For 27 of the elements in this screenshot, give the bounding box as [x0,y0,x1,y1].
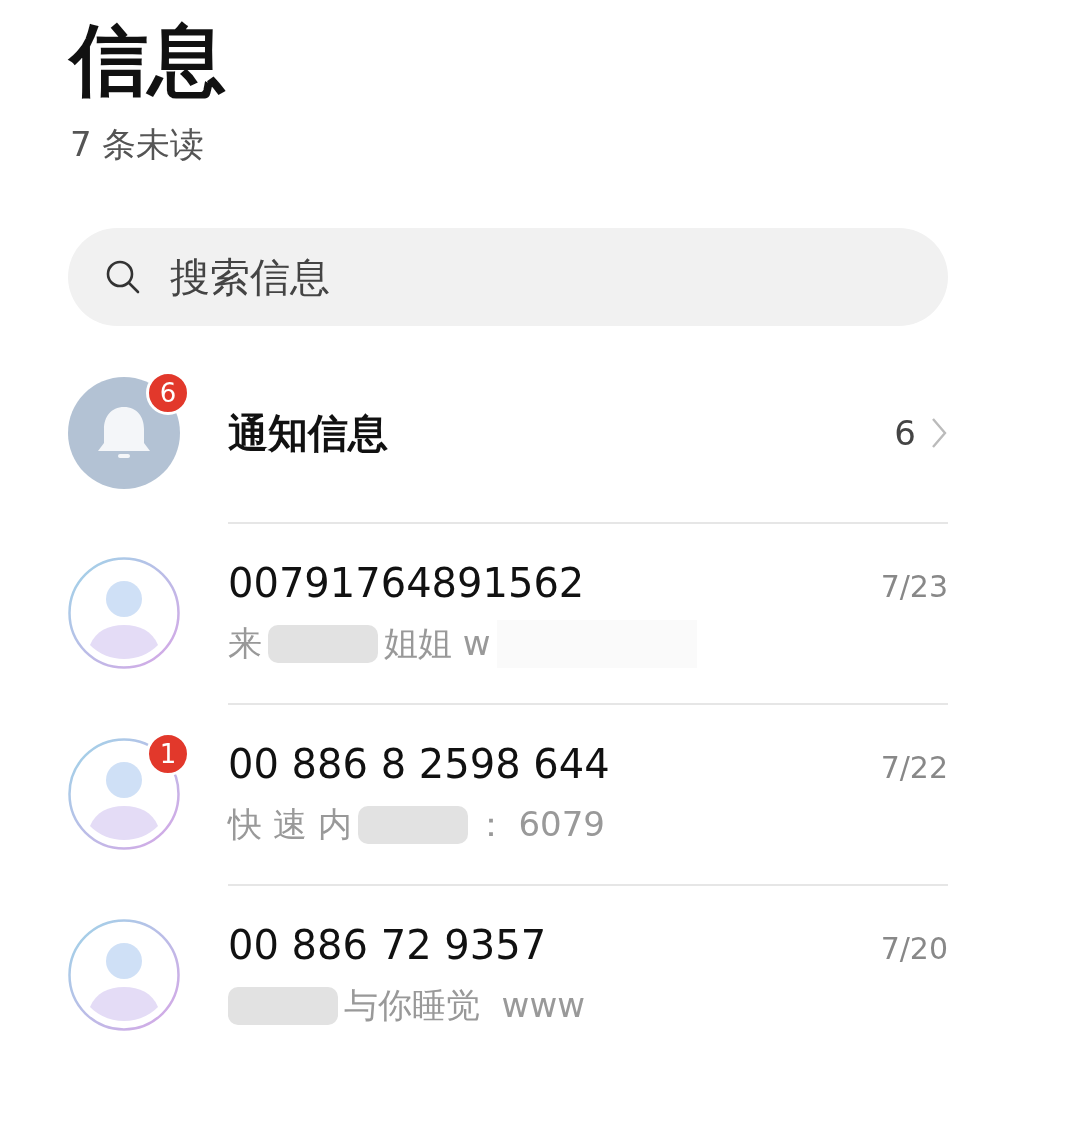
unread-count: 7 条未读 [70,123,206,166]
notification-count: 6 [894,413,916,453]
sender-number: 00 886 72 9357 [228,921,547,968]
sender-number: 00 886 8 2598 644 [228,740,610,787]
notification-title: 通知信息 [228,408,389,458]
person-avatar-icon [68,737,180,850]
chevron-icon [930,416,948,450]
message-preview: 姐姐 w [384,621,491,665]
conversation-row[interactable]: 00 886 72 9357 7/20 与你睡觉 www [68,884,948,1065]
notification-row[interactable]: 6 通知信息 6 [68,344,948,522]
search-bar[interactable]: 搜索信息 [68,228,948,326]
sender-number: 00791764891562 [228,559,585,606]
person-avatar-icon [68,556,180,669]
search-field[interactable]: 搜索信息 [168,253,912,301]
conversation-row[interactable]: 1 00 886 8 2598 644 7/22 快 速 内 ： 6079 [68,703,948,884]
message-date: 7/20 [880,930,948,966]
unread-badge: 6 [146,371,190,415]
message-date: 7/23 [880,568,948,604]
message-preview: 来 [228,621,262,665]
search-icon [104,258,142,296]
message-preview: 快 速 内 [228,802,352,846]
message-preview: 与你睡觉 www [344,983,586,1027]
page-title: 信息 [70,14,227,107]
message-preview: ： 6079 [473,802,605,846]
bell-avatar-icon [68,377,180,489]
message-date: 7/22 [880,749,948,785]
person-avatar-icon [68,918,180,1031]
